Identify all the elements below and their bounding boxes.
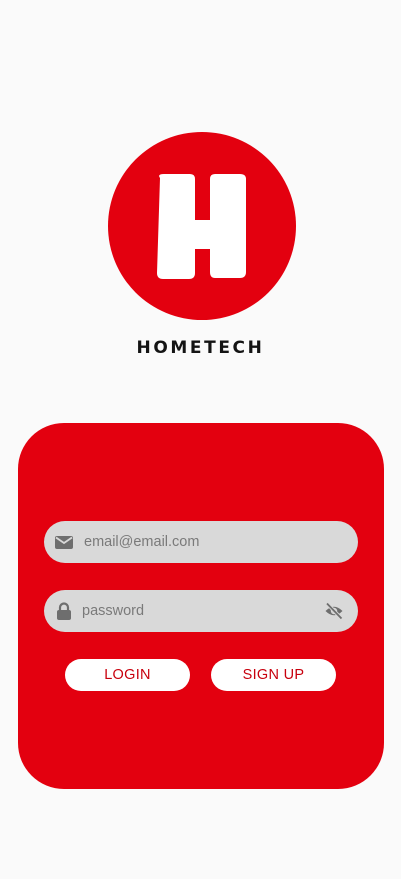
logo-letter-h-icon bbox=[157, 174, 246, 279]
login-screen: HOMETECH email@email.com LOGIN SIGN UP bbox=[0, 0, 401, 879]
lock-icon bbox=[54, 601, 74, 621]
login-button[interactable]: LOGIN bbox=[65, 659, 190, 691]
password-field[interactable] bbox=[44, 590, 358, 632]
envelope-icon bbox=[54, 532, 74, 552]
login-card: LOGIN SIGN UP bbox=[18, 423, 384, 789]
email-field[interactable] bbox=[44, 521, 358, 563]
brand-name: HOMETECH bbox=[136, 338, 265, 358]
sign-up-button[interactable]: SIGN UP bbox=[211, 659, 336, 691]
hometech-logo bbox=[108, 132, 296, 320]
email-input[interactable] bbox=[84, 521, 320, 563]
password-input[interactable] bbox=[82, 590, 318, 632]
eye-slash-icon[interactable] bbox=[324, 601, 344, 621]
